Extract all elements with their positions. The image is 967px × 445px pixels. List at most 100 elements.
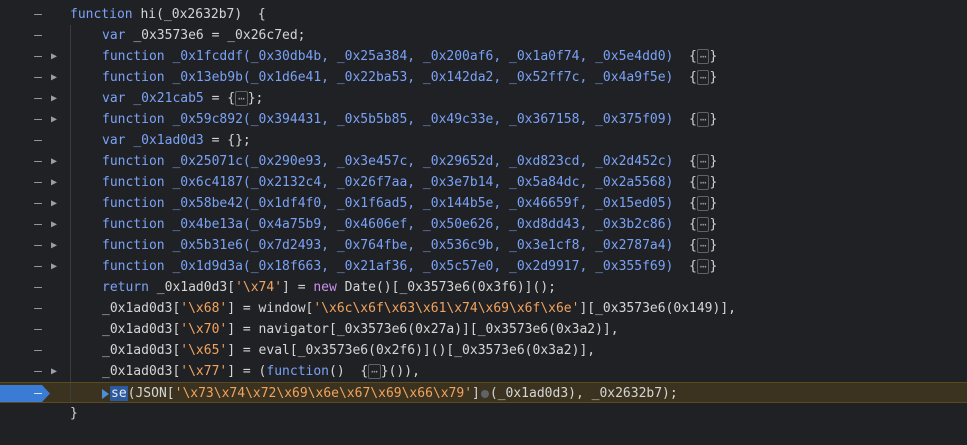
- line-gutter-marker[interactable]: –: [33, 25, 43, 46]
- fold-toggle-icon[interactable]: ▶: [49, 46, 59, 67]
- keyword: function: [102, 238, 173, 253]
- fold-toggle-icon[interactable]: ▶: [49, 109, 59, 130]
- code-line[interactable]: – ▶ function _0x25071c(_0x290e93, _0x3e457…: [0, 151, 967, 172]
- code-editor[interactable]: – function hi(_0x2632b7) {– var _0x3573e6 …: [0, 0, 967, 429]
- line-gutter-marker[interactable]: –: [33, 214, 43, 235]
- line-gutter-marker[interactable]: –: [33, 130, 43, 151]
- fold-toggle-icon[interactable]: ▶: [49, 361, 59, 382]
- code-line[interactable]: – ▶ function _0x59c892(_0x394431, _0x5b5b8…: [0, 109, 967, 130]
- fold-toggle-icon[interactable]: ▶: [49, 88, 59, 109]
- code-line[interactable]: – ▶ function _0x5b31e6(_0x7d2493, _0x764fb…: [0, 235, 967, 256]
- code-token: }: [709, 112, 718, 127]
- code-line[interactable]: – _0x1ad0d3['\x68'] = window['\x6c\x6f\x6…: [0, 298, 967, 319]
- code-token: (_0x1df4f0, _0x1f6ad5, _0x144b5e, _0x466…: [242, 196, 674, 211]
- line-gutter-marker[interactable]: –: [33, 235, 43, 256]
- code-token: }: [709, 70, 718, 85]
- code-token: = {: [203, 91, 236, 106]
- line-gutter-marker[interactable]: –: [33, 151, 43, 172]
- code-token: = {};: [203, 133, 251, 148]
- fold-toggle-icon[interactable]: ▶: [49, 235, 59, 256]
- line-gutter-marker[interactable]: –: [33, 361, 43, 382]
- code-line[interactable]: – _0x1ad0d3['\x70'] = navigator[_0x3573e6…: [0, 319, 967, 340]
- collapsed-block-ellipsis[interactable]: ⋯: [696, 112, 710, 127]
- collapsed-block-ellipsis[interactable]: ⋯: [696, 175, 710, 190]
- code-token: _0x5b31e6: [172, 238, 243, 253]
- line-gutter-marker[interactable]: –: [33, 319, 43, 340]
- line-gutter-marker[interactable]: –: [33, 67, 43, 88]
- code-token: _0x1ad0d3[: [102, 301, 181, 316]
- indent-guide: [70, 172, 71, 193]
- line-gutter-marker[interactable]: –: [33, 4, 43, 25]
- code-token: (_0x7d2493, _0x764fbe, _0x536c9b, _0x3e1…: [242, 238, 674, 253]
- code-line[interactable]: }: [0, 403, 967, 424]
- line-gutter-marker[interactable]: –: [33, 172, 43, 193]
- code-line[interactable]: – ▶ function _0x13eb9b(_0x1d6e41, _0x22ba5…: [0, 67, 967, 88]
- keyword: function: [102, 70, 173, 85]
- collapsed-block-ellipsis[interactable]: ⋯: [696, 238, 710, 253]
- code-line[interactable]: – ▶ var _0x21cab5 = {⋯};: [0, 88, 967, 109]
- collapsed-block-ellipsis[interactable]: ⋯: [696, 217, 710, 232]
- code-text: function _0x6c4187(_0x2132c4, _0x26f7aa,…: [102, 172, 717, 193]
- line-gutter-marker[interactable]: –: [33, 277, 43, 298]
- code-line[interactable]: – var _0x1ad0d3 = {};: [0, 130, 967, 151]
- collapsed-block-ellipsis[interactable]: ⋯: [696, 49, 710, 64]
- line-gutter-marker[interactable]: –: [33, 46, 43, 67]
- code-token: ][_0x3573e6(0x149)],: [579, 301, 736, 316]
- code-line-current[interactable]: – se(JSON['\x73\x74\x72\x69\x6e\x67\x69\x…: [0, 382, 967, 403]
- code-line[interactable]: – return _0x1ad0d3['\x74'] = new Date()[_…: [0, 277, 967, 298]
- code-text: se(JSON['\x73\x74\x72\x69\x6e\x67\x69\x6…: [102, 383, 678, 404]
- collapsed-block-ellipsis[interactable]: ⋯: [696, 259, 710, 274]
- code-text: _0x1ad0d3['\x77'] = (function() {⋯}()),: [102, 361, 420, 382]
- code-line[interactable]: – ▶ function _0x4be13a(_0x4a75b9, _0x4606e…: [0, 214, 967, 235]
- code-token: _0x1ad0d3[: [102, 364, 181, 379]
- line-gutter-marker[interactable]: –: [33, 109, 43, 130]
- fold-toggle-icon[interactable]: ▶: [49, 172, 59, 193]
- code-token: }: [709, 217, 718, 232]
- execution-step-icon: [102, 388, 109, 399]
- indent-guide: [70, 235, 71, 256]
- code-text: function _0x59c892(_0x394431, _0x5b5b85,…: [102, 109, 717, 130]
- collapsed-block-ellipsis[interactable]: ⋯: [696, 70, 710, 85]
- code-token: _0x1ad0d3[: [102, 322, 181, 337]
- line-gutter-marker[interactable]: –: [33, 383, 43, 404]
- fold-toggle-icon[interactable]: ▶: [49, 67, 59, 88]
- line-gutter-marker[interactable]: –: [33, 193, 43, 214]
- code-line[interactable]: – function hi(_0x2632b7) {: [0, 4, 967, 25]
- code-token: Date()[_0x3573e6(0x3f6)]();: [344, 280, 556, 295]
- code-token: _0x13eb9b: [172, 70, 243, 85]
- string-literal: '\x6c\x6f\x63\x61\x74\x69\x6f\x6e': [313, 301, 580, 316]
- code-token: _0x58be42: [172, 196, 243, 211]
- code-token: }: [70, 406, 78, 421]
- code-text: function _0x25071c(_0x290e93, _0x3e457c,…: [102, 151, 717, 172]
- collapsed-block-ellipsis[interactable]: ⋯: [368, 364, 381, 379]
- fold-toggle-icon[interactable]: ▶: [49, 256, 59, 277]
- line-gutter-marker[interactable]: –: [33, 256, 43, 277]
- code-token: {: [673, 217, 697, 232]
- line-gutter-marker[interactable]: –: [33, 298, 43, 319]
- code-line[interactable]: – var _0x3573e6 = _0x26c7ed;: [0, 25, 967, 46]
- code-line[interactable]: – ▶ function _0x6c4187(_0x2132c4, _0x26f7a…: [0, 172, 967, 193]
- fold-toggle-icon[interactable]: ▶: [49, 151, 59, 172]
- collapsed-block-ellipsis[interactable]: ⋯: [696, 196, 710, 211]
- fold-toggle-icon[interactable]: ▶: [49, 193, 59, 214]
- paused-call-highlight[interactable]: se: [110, 386, 128, 401]
- line-gutter-marker[interactable]: –: [33, 88, 43, 109]
- keyword: function: [102, 175, 173, 190]
- code-line[interactable]: – _0x1ad0d3['\x65'] = eval[_0x3573e6(0x2f…: [0, 340, 967, 361]
- code-token: (_0x30db4b, _0x25a384, _0x200af6, _0x1a0…: [242, 49, 674, 64]
- code-line[interactable]: – ▶ _0x1ad0d3['\x77'] = (function() {⋯}())…: [0, 361, 967, 382]
- code-token: {: [673, 154, 697, 169]
- keyword: function: [102, 196, 173, 211]
- line-gutter-marker[interactable]: –: [33, 340, 43, 361]
- indent-guide: [70, 340, 71, 361]
- code-token: {: [673, 259, 697, 274]
- fold-toggle-icon[interactable]: ▶: [49, 214, 59, 235]
- collapsed-block-ellipsis[interactable]: ⋯: [696, 154, 710, 169]
- code-line[interactable]: [0, 424, 967, 445]
- code-line[interactable]: – ▶ function _0x58be42(_0x1df4f0, _0x1f6ad…: [0, 193, 967, 214]
- inline-breakpoint-icon[interactable]: [480, 389, 489, 398]
- collapsed-block-ellipsis[interactable]: ⋯: [235, 91, 248, 106]
- code-token: }: [709, 196, 718, 211]
- code-line[interactable]: – ▶ function _0x1d9d3a(_0x18f663, _0x21af3…: [0, 256, 967, 277]
- code-line[interactable]: – ▶ function _0x1fcddf(_0x30db4b, _0x25a38…: [0, 46, 967, 67]
